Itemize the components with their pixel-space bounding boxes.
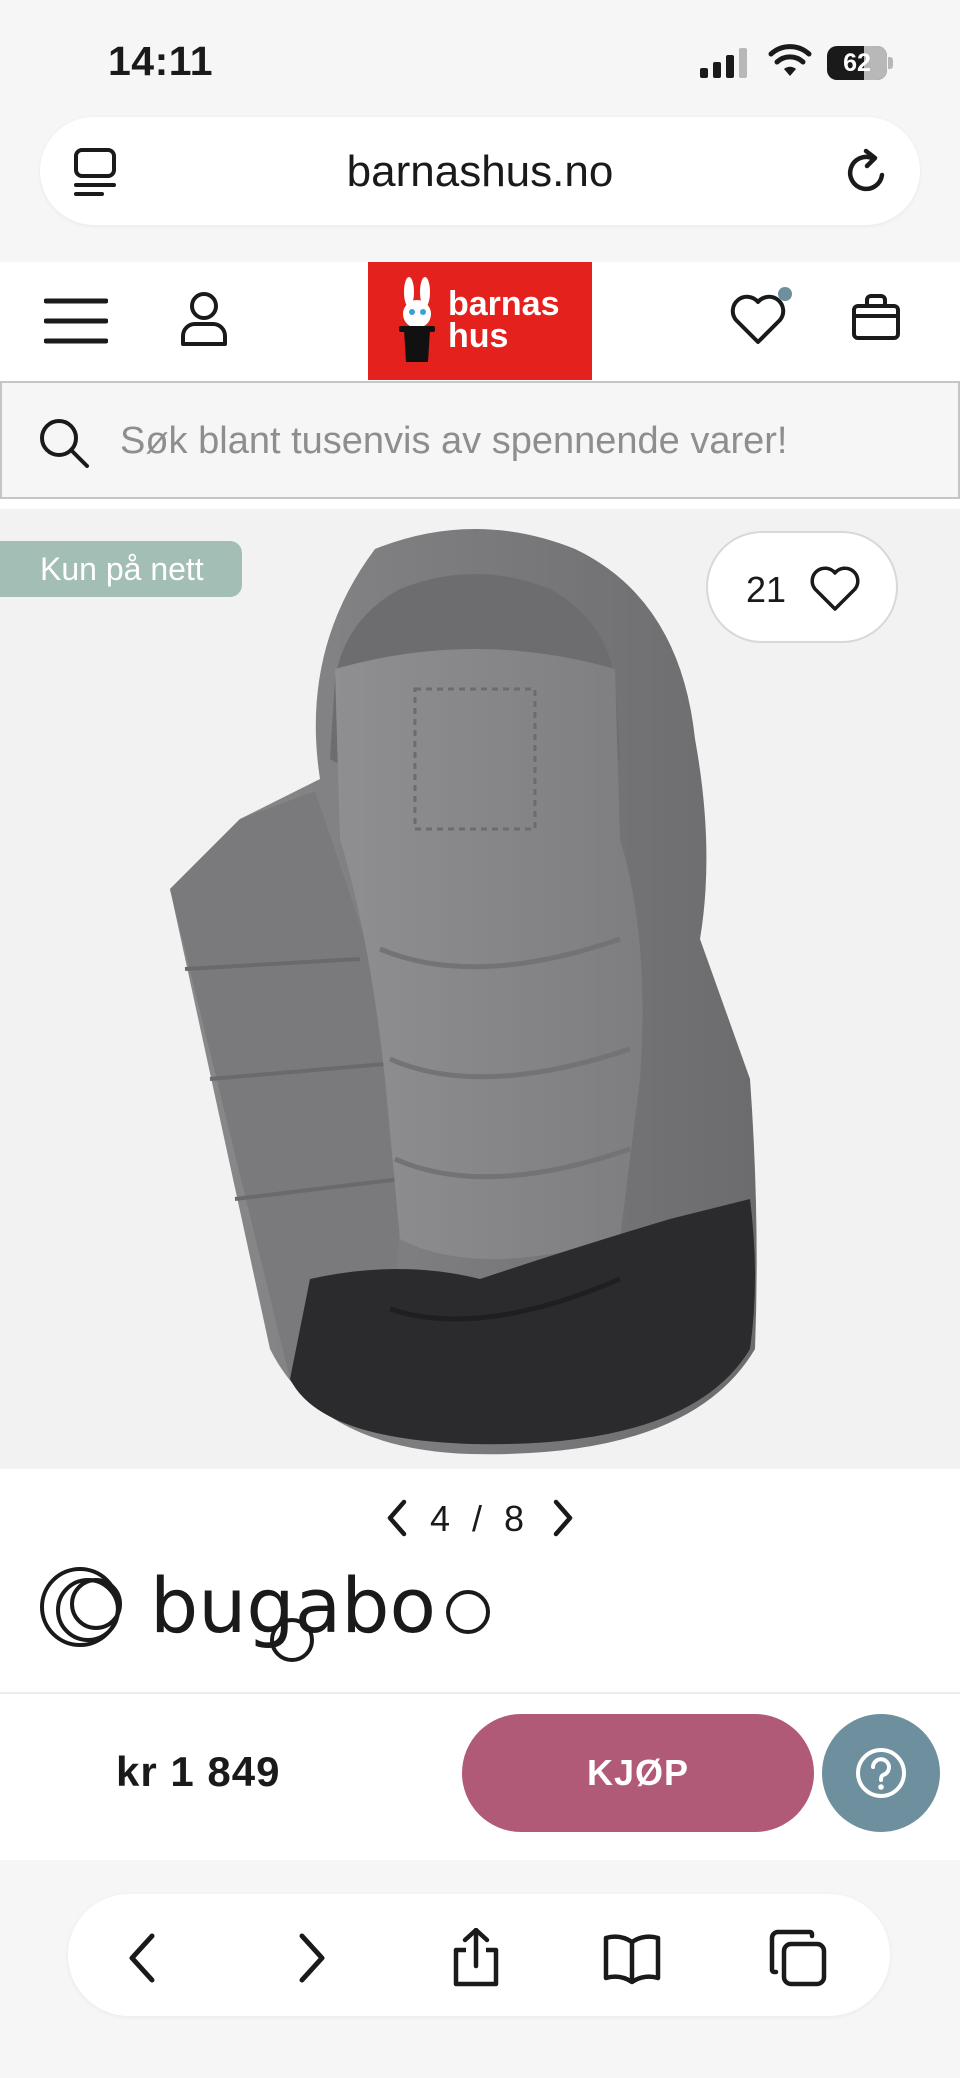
search-icon[interactable] bbox=[38, 417, 90, 469]
bag-icon[interactable] bbox=[850, 288, 902, 346]
reload-icon[interactable] bbox=[842, 147, 890, 197]
product-image-footmuff bbox=[170, 529, 757, 1455]
chevron-left-icon[interactable] bbox=[114, 1928, 174, 1988]
like-count: 21 bbox=[746, 569, 787, 610]
bunny-hat-logo-icon bbox=[399, 277, 435, 362]
image-pager: 4 / 8 bbox=[380, 1490, 580, 1550]
share-icon[interactable] bbox=[446, 1928, 506, 1988]
logo-line-2: hus bbox=[448, 317, 509, 355]
tabs-overview-icon[interactable] bbox=[768, 1928, 828, 1988]
browser-toolbar bbox=[0, 1860, 960, 2078]
logo-line-1: barnas bbox=[448, 285, 560, 323]
help-button[interactable] bbox=[822, 1714, 940, 1832]
site-logo[interactable]: barnas hus bbox=[368, 262, 592, 380]
question-icon bbox=[856, 1748, 906, 1798]
search-bar[interactable] bbox=[0, 381, 960, 499]
bugaboo-brand-logo[interactable]: bugabo bbox=[38, 1562, 508, 1672]
brand-name: bugabo bbox=[150, 1562, 436, 1650]
browser-address-area: barnashus.no bbox=[0, 112, 960, 262]
logo-text: barnas hus bbox=[448, 285, 560, 355]
buy-button[interactable]: KJØP bbox=[462, 1714, 814, 1832]
like-button[interactable]: 21 bbox=[706, 531, 898, 643]
cellular-signal-icon bbox=[700, 48, 747, 78]
heart-icon[interactable] bbox=[728, 286, 792, 350]
toolbar-pill bbox=[68, 1894, 890, 2016]
search-input[interactable] bbox=[120, 413, 920, 469]
menu-icon[interactable] bbox=[44, 296, 108, 346]
site-header: barnas hus bbox=[0, 262, 960, 380]
chevron-right-icon[interactable] bbox=[546, 1498, 580, 1538]
user-icon[interactable] bbox=[178, 290, 230, 348]
book-icon[interactable] bbox=[602, 1928, 662, 1988]
address-bar[interactable]: barnashus.no bbox=[40, 117, 920, 225]
product-image-gallery[interactable]: Kun på nett 21 bbox=[0, 509, 960, 1469]
chevron-right-icon[interactable] bbox=[280, 1928, 340, 1988]
online-only-badge: Kun på nett bbox=[0, 541, 242, 597]
status-bar: 14:11 62 bbox=[0, 0, 960, 112]
divider bbox=[0, 1692, 960, 1694]
wifi-icon bbox=[768, 44, 812, 76]
chevron-left-icon[interactable] bbox=[380, 1498, 414, 1538]
pager-position: 4 / 8 bbox=[429, 1498, 531, 1539]
heart-outline-icon bbox=[810, 566, 860, 611]
price: kr 1 849 bbox=[116, 1748, 281, 1795]
url-text[interactable]: barnashus.no bbox=[40, 147, 920, 197]
battery-percent: 62 bbox=[843, 49, 871, 77]
battery-indicator: 62 bbox=[827, 46, 893, 80]
status-time: 14:11 bbox=[108, 38, 214, 84]
